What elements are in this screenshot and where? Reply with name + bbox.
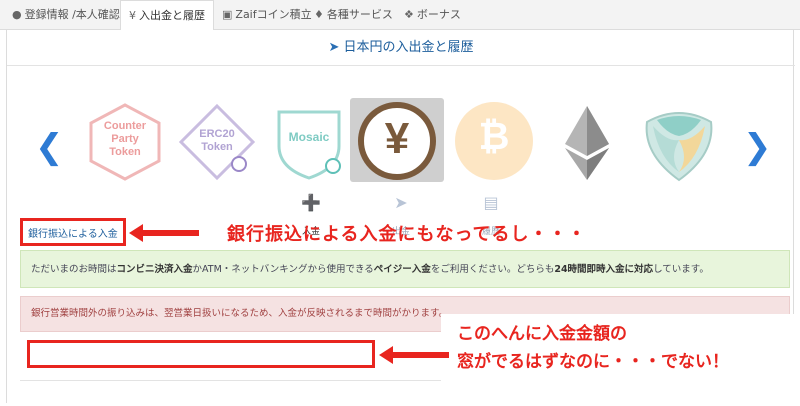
annotation-arrow-left-icon <box>129 224 199 242</box>
annotation-line: 窓がでるはずなのに・・・でない！ <box>457 352 729 372</box>
notice-strong: 24時間即時入金に対応 <box>554 264 654 275</box>
notice-text: かATM・ネットバンキングから使用できる <box>192 264 374 275</box>
coin-jpy[interactable]: ¥ <box>358 102 436 180</box>
notice-success: ただいまのお時間はコンビニ決済入金かATM・ネットバンキングから使用できるペイジ… <box>20 250 790 288</box>
jpy-icon: ¥ <box>384 114 410 163</box>
tab-account[interactable]: ● 登録情報 /本人確認 <box>4 0 128 30</box>
tag-icon: ♦ <box>314 8 324 21</box>
notice-text: をご利用ください。どちらも <box>430 264 555 275</box>
notice-strong: コンビニ決済入金 <box>116 264 193 275</box>
coin-counterparty[interactable]: Counter Party Token <box>85 102 165 182</box>
coin-label-line: ERC20 <box>199 128 235 140</box>
plus-circle-icon: ➕ <box>301 193 321 212</box>
tab-zaif-savings[interactable]: ▣ Zaifコイン積立 <box>214 0 320 30</box>
coin-label-line: Party <box>111 133 139 145</box>
bank-transfer-link[interactable]: 銀行振込による入金 <box>20 218 126 246</box>
annotation-line: このへんに入金金額の <box>457 324 627 344</box>
carousel-next-button[interactable]: ❯ <box>743 130 772 164</box>
carousel-prev-button[interactable]: ❮ <box>35 130 64 164</box>
coin-nem[interactable] <box>639 102 719 182</box>
tab-label: ボーナス <box>416 8 461 21</box>
annotation-text-1: 銀行振込による入金にもなってるし・・・ <box>227 224 587 245</box>
tab-label: 登録情報 /本人確認 <box>24 8 120 21</box>
page-title: 日本円の入出金と履歴 <box>343 40 474 55</box>
save-icon: ▣ <box>222 8 233 21</box>
tab-label: Zaifコイン積立 <box>235 8 312 21</box>
ethereum-icon <box>565 106 609 180</box>
notice-text: しています。 <box>653 264 709 275</box>
tab-bar: ● 登録情報 /本人確認 ¥ 入出金と履歴 ▣ Zaifコイン積立 ♦ 各種サービス ❖… <box>0 0 800 31</box>
notice-text: ただいまのお時間は <box>31 264 117 275</box>
tab-services[interactable]: ♦ 各種サービス <box>306 0 401 30</box>
missing-amount-field-highlight <box>27 340 375 368</box>
tab-label: 各種サービス <box>326 8 393 21</box>
nem-icon <box>645 112 713 182</box>
main-panel: ➤ 日本円の入出金と履歴 ❮ ❯ Counter Party Token ERC2… <box>6 30 795 406</box>
bitcoin-icon: ₿ <box>478 116 510 158</box>
coin-bitcoin[interactable]: ₿ <box>455 102 533 180</box>
coin-label-line: Mosaic <box>288 130 330 144</box>
send-icon: ➤ <box>328 40 340 55</box>
coin-label-line: Token <box>109 146 141 158</box>
notice-strong: ペイジー入金 <box>373 264 431 275</box>
coin-label-line: Token <box>201 141 233 153</box>
coin-label-line: Counter <box>103 120 147 132</box>
send-icon: ➤ <box>394 193 408 212</box>
annotation-text-2: このへんに入金金額の 窓がでるはずなのに・・・でない！ <box>457 320 729 376</box>
yen-icon: ¥ <box>129 9 136 22</box>
coin-erc20[interactable]: ERC20 Token <box>177 102 257 182</box>
tab-deposit-history[interactable]: ¥ 入出金と履歴 <box>120 0 214 31</box>
annotation-arrow-left-icon <box>379 346 449 364</box>
book-icon: ▤ <box>483 193 499 212</box>
tab-label: 入出金と履歴 <box>139 9 205 22</box>
coin-ethereum[interactable] <box>547 102 627 182</box>
section-header: ➤ 日本円の入出金と履歴 <box>7 30 795 66</box>
coin-mosaic[interactable]: Mosaic <box>269 102 349 182</box>
gift-icon: ❖ <box>404 8 414 21</box>
user-icon: ● <box>12 8 22 21</box>
tab-bonus[interactable]: ❖ ボーナス <box>396 0 469 30</box>
